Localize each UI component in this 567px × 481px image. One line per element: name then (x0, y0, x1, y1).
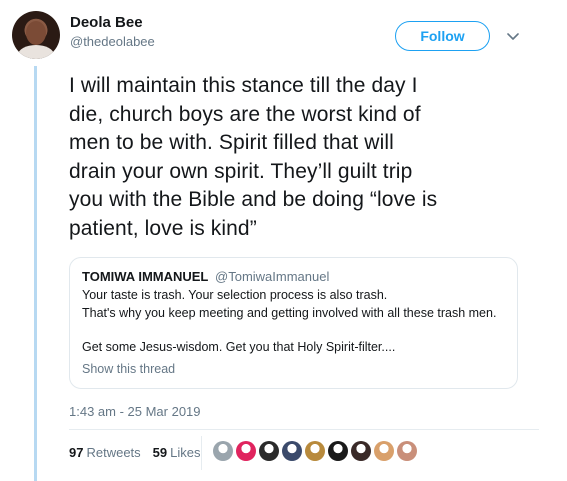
tweet-stats: 97 Retweets 59 Likes (69, 445, 201, 460)
tweet-line: drain your own spirit. They’ll guilt tri… (69, 159, 413, 183)
tweet-line: you with the Bible and be doing “love is (69, 188, 438, 211)
divider (69, 429, 539, 430)
quoted-tweet-line: Your taste is trash. Your selection proc… (82, 288, 388, 302)
liker-avatar[interactable] (282, 441, 302, 461)
quoted-tweet[interactable]: TOMIWA IMMANUEL @TomiwaImmanuel Your tas… (69, 257, 518, 389)
likes-stat[interactable]: 59 Likes (153, 445, 201, 460)
liker-avatar[interactable] (374, 441, 394, 461)
tweet-line: die, church boys are the worst kind of (69, 102, 421, 126)
quoted-tweet-line: Get some Jesus-wisdom. Get you that Holy… (82, 340, 396, 354)
author-handle[interactable]: @thedeolabee (70, 34, 155, 49)
thread-line (34, 66, 37, 481)
liker-avatar[interactable] (236, 441, 256, 461)
tweet-timestamp[interactable]: 1:43 am - 25 Mar 2019 (69, 404, 201, 419)
liker-avatar[interactable] (305, 441, 325, 461)
author-avatar[interactable] (12, 11, 60, 59)
quoted-tweet-gap (82, 322, 505, 338)
quoted-tweet-line: That's why you keep meeting and getting … (82, 306, 497, 320)
tweet-line: men to be with. Spirit filled that will (69, 131, 394, 154)
tweet-line: I will maintain this stance till the day… (69, 74, 418, 97)
tweet-text: I will maintain this stance till the day… (69, 72, 539, 243)
tweet-line: patient, love is kind” (69, 216, 257, 240)
liker-avatar[interactable] (351, 441, 371, 461)
retweets-stat[interactable]: 97 Retweets (69, 445, 141, 460)
stats-separator (201, 436, 202, 470)
quoted-author-name: TOMIWA IMMANUEL (82, 269, 209, 284)
retweets-label: Retweets (86, 445, 141, 460)
author-name[interactable]: Deola Bee (70, 14, 143, 31)
liker-avatar[interactable] (259, 441, 279, 461)
liker-avatar[interactable] (397, 441, 417, 461)
quoted-author-handle: @TomiwaImmanuel (215, 269, 330, 284)
retweets-count: 97 (69, 445, 84, 460)
avatar-face (26, 21, 46, 45)
likes-label: Likes (170, 445, 201, 460)
show-thread-link[interactable]: Show this thread (82, 362, 175, 376)
chevron-down-icon[interactable] (504, 28, 522, 46)
likes-count: 59 (152, 445, 168, 460)
liker-avatars (213, 441, 417, 461)
liker-avatar[interactable] (328, 441, 348, 461)
quoted-tweet-header: TOMIWA IMMANUEL @TomiwaImmanuel (82, 268, 505, 286)
liker-avatar[interactable] (213, 441, 233, 461)
avatar-shoulders (18, 45, 54, 59)
follow-button[interactable]: Follow (395, 21, 490, 51)
